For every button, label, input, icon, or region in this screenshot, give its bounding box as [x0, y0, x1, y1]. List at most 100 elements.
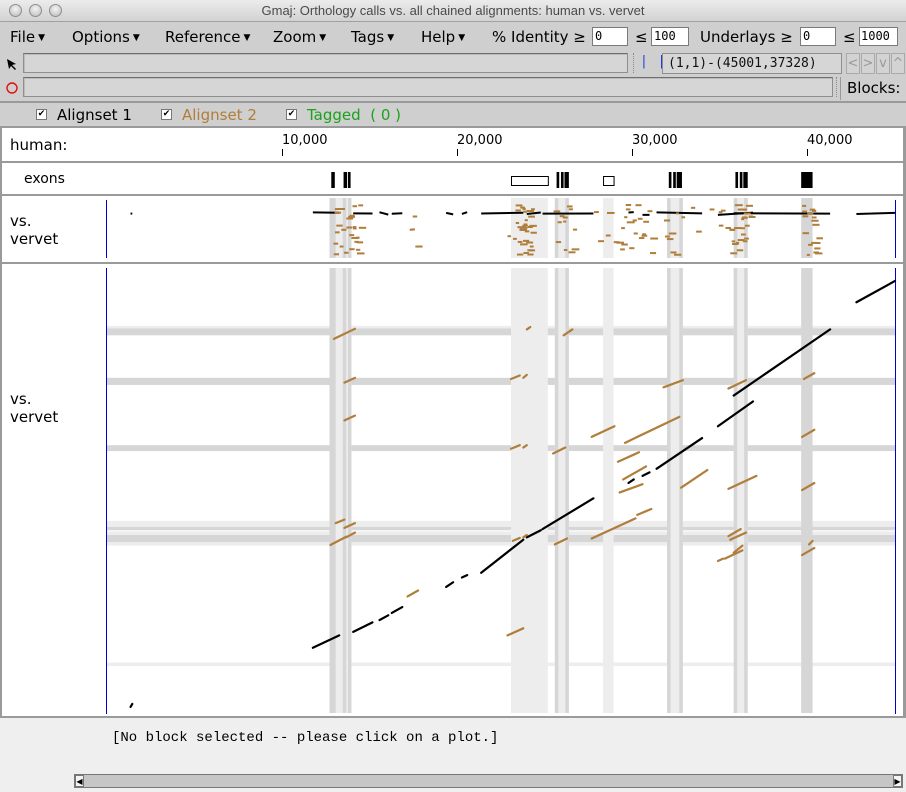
underlays-label: Underlays ≥ [700, 28, 793, 46]
identity-min-input[interactable]: 0 [592, 27, 628, 46]
tagged-checkbox[interactable]: ✔ [286, 109, 297, 120]
menu-file[interactable]: File ▼ [10, 28, 45, 46]
pip-dot-alignset2 [349, 214, 355, 217]
scroll-left-button[interactable]: ◀ [75, 775, 84, 787]
pip-dot-alignset2 [681, 216, 686, 219]
identity-max-input[interactable]: 100 [651, 27, 689, 46]
exon-box [676, 172, 682, 188]
ge-symbol: ≥ [573, 28, 586, 46]
utr-box [511, 176, 549, 186]
pip-segment-alignset1 [445, 211, 454, 216]
pip-dot-alignset2 [520, 206, 526, 209]
pip-dot-alignset2 [528, 215, 535, 218]
column-underlay [744, 268, 748, 713]
pip-dot-alignset2 [632, 219, 637, 222]
pip-dot-alignset2 [523, 251, 530, 254]
tick-label-30000: 30,000 [632, 133, 678, 148]
pip-dot-alignset2 [744, 237, 749, 240]
pip-dot-alignset2 [811, 241, 818, 244]
pip-dot-alignset2 [412, 215, 418, 218]
tick-mark [807, 149, 808, 156]
tagged-label[interactable]: Tagged ( 0 ) [307, 106, 401, 124]
menu-reference-label: Reference [165, 28, 241, 46]
sequence-label: human: [10, 136, 68, 154]
scroll-right-button[interactable]: ▶ [893, 775, 902, 787]
menu-tags[interactable]: Tags ▼ [351, 28, 394, 46]
nav-down-button[interactable]: v [876, 53, 890, 74]
pip-dot-alignset2 [526, 210, 534, 213]
alignset-1-checkbox[interactable]: ✔ [36, 109, 47, 120]
pip-dot-alignset2 [740, 233, 746, 236]
pip-dot-alignset2 [572, 228, 578, 231]
pip-dot-alignset2 [743, 212, 751, 215]
pip-dot-alignset2 [674, 253, 682, 256]
menu-zoom[interactable]: Zoom ▼ [273, 28, 326, 46]
pip-dot-alignset2 [638, 237, 645, 240]
exon-box [331, 172, 335, 188]
pip-plot[interactable] [2, 196, 906, 262]
pip-dot-alignset2 [515, 221, 520, 224]
menu-options[interactable]: Options ▼ [72, 28, 140, 46]
pip-dot-alignset2 [529, 249, 536, 252]
pip-dot-alignset2 [349, 234, 355, 237]
chevron-down-icon: ▼ [243, 33, 251, 43]
exons-track[interactable] [2, 163, 906, 195]
pip-dot-alignset2 [621, 227, 625, 230]
pip-dot-alignset2 [507, 235, 511, 238]
menu-help[interactable]: Help ▼ [421, 28, 465, 46]
alignset-2-label[interactable]: Alignset 2 [182, 106, 257, 124]
dot-plot[interactable] [2, 264, 906, 716]
pip-dot-alignset2 [358, 204, 364, 207]
resize-grip[interactable] [633, 53, 637, 73]
underlays-max-input[interactable]: 1000 [859, 27, 898, 46]
pip-dot-alignset2 [736, 249, 744, 252]
row-underlay [106, 526, 895, 531]
nav-up-button[interactable]: ^ [891, 53, 905, 74]
pip-dot-alignset2 [334, 208, 338, 211]
menu-reference[interactable]: Reference ▼ [165, 28, 250, 46]
pip-dot-alignset2 [807, 212, 814, 215]
pip-dot-alignset2 [666, 238, 674, 241]
pip-dot-alignset2 [515, 204, 523, 207]
column-underlay [511, 268, 548, 713]
le-symbol: ≤ [843, 28, 856, 46]
pip-dot-alignset2 [566, 205, 573, 208]
pip-dot-alignset2 [811, 216, 817, 219]
pip-dot-alignset2 [524, 219, 528, 222]
pip-dot-alignset2 [517, 240, 523, 243]
column-underlay [733, 268, 738, 713]
pip-dot-alignset2 [526, 241, 534, 244]
menu-bar: File ▼ Options ▼ Reference ▼ Zoom ▼ Tags ▼ He… [0, 23, 906, 51]
row-underlay [106, 520, 895, 527]
horizontal-scrollbar[interactable]: ◀ ▶ [74, 774, 903, 788]
red-circle-icon[interactable] [4, 80, 20, 96]
identity-label: % Identity ≥ [492, 28, 586, 46]
underlays-min-input[interactable]: 0 [800, 27, 836, 46]
pip-dot-alignset2 [808, 243, 813, 246]
pip-dot-alignset2 [641, 234, 648, 237]
pip-segment-alignset1 [391, 212, 403, 215]
pip-dot-alignset2 [593, 211, 599, 214]
row-underlay [106, 328, 895, 336]
nav-left-button[interactable]: < [846, 53, 860, 74]
pip-dot-alignset2 [598, 240, 605, 243]
pip-segment-alignset1 [379, 211, 389, 216]
underlays-label-text: Underlays [700, 28, 776, 46]
alignset1-segment [855, 279, 897, 304]
menu-options-label: Options [72, 28, 130, 46]
pip-segment-alignset1 [481, 211, 524, 215]
pip-dot-alignset2 [806, 253, 810, 256]
alignset-2-checkbox[interactable]: ✔ [161, 109, 172, 120]
alignset1-segment [460, 574, 469, 579]
nav-right-button[interactable]: > [861, 53, 875, 74]
chevron-down-icon: ▼ [38, 33, 46, 43]
pip-dot-alignset2 [730, 252, 738, 255]
pip-dot-alignset2 [335, 231, 340, 234]
alignset1-segment [732, 328, 832, 397]
exon-box [560, 172, 564, 188]
tick-label-20000: 20,000 [457, 133, 503, 148]
pip-dot-alignset2 [337, 207, 345, 210]
arrow-cursor-icon[interactable] [4, 56, 20, 72]
menu-tags-label: Tags [351, 28, 385, 46]
alignset-1-label[interactable]: Alignset 1 [57, 106, 132, 124]
